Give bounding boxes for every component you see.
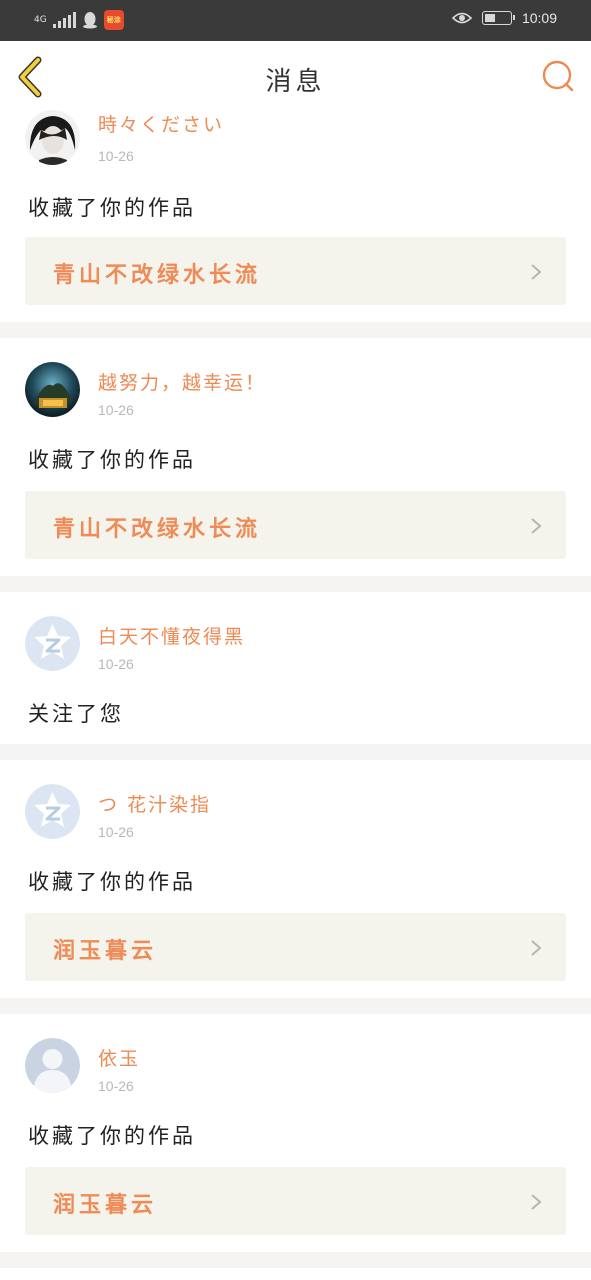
message-card[interactable]: 越努力，越幸运！ 10-26 收藏了你的作品 青山不改绿水长流 (0, 338, 591, 576)
app-notification-icon: 秘涂 (103, 10, 124, 30)
default-avatar-icon (25, 616, 80, 671)
username[interactable]: 白天不懂夜得黑 (98, 622, 245, 649)
message-date: 10-26 (98, 656, 134, 672)
work-link[interactable]: 润玉暮云 (25, 913, 566, 981)
chevron-right-icon (531, 518, 542, 534)
message-card[interactable]: つ 花汁染指 10-26 收藏了你的作品 润玉暮云 (0, 760, 591, 998)
message-action: 收藏了你的作品 (28, 196, 196, 220)
search-button[interactable] (541, 59, 575, 93)
work-link[interactable]: 润玉暮云 (25, 1167, 566, 1235)
message-date: 10-26 (98, 824, 134, 840)
username[interactable]: 時々ください (98, 110, 224, 137)
user-placeholder-icon (25, 1038, 80, 1093)
message-date: 10-26 (98, 1078, 134, 1094)
work-link[interactable]: 青山不改绿水长流 (25, 491, 566, 559)
username[interactable]: 越努力，越幸运！ (98, 368, 266, 395)
qq-notification-icon (82, 12, 97, 29)
divider (0, 998, 591, 1014)
avatar[interactable] (25, 110, 80, 165)
avatar[interactable] (25, 616, 80, 671)
message-action: 收藏了你的作品 (28, 870, 196, 894)
message-card[interactable]: 時々ください 10-26 收藏了你的作品 青山不改绿水长流 (0, 102, 591, 322)
work-title: 青山不改绿水长流 (53, 516, 262, 542)
message-date: 10-26 (98, 402, 134, 418)
username[interactable]: 依玉 (98, 1044, 140, 1071)
message-action: 收藏了你的作品 (28, 448, 196, 472)
status-left: 4G 秘涂 (34, 10, 124, 30)
divider (0, 1252, 591, 1268)
work-title: 润玉暮云 (53, 1192, 158, 1218)
status-bar: 4G 秘涂 10:09 (0, 0, 591, 41)
network-type: 4G (34, 14, 47, 25)
avatar[interactable] (25, 1038, 80, 1093)
signal-icon (52, 12, 76, 28)
divider (0, 322, 591, 338)
chevron-right-icon (531, 264, 542, 280)
clock: 10:09 (521, 10, 557, 26)
battery-icon (481, 11, 515, 25)
avatar[interactable] (25, 362, 80, 417)
default-avatar-icon (25, 784, 80, 839)
eye-comfort-icon (451, 12, 472, 24)
status-right: 10:09 (451, 10, 557, 26)
page-title: 消息 (265, 67, 326, 97)
search-icon (542, 60, 574, 92)
work-title: 青山不改绿水长流 (53, 262, 262, 288)
message-date: 10-26 (98, 148, 134, 164)
message-card[interactable]: 白天不懂夜得黑 10-26 关注了您 (0, 592, 591, 744)
divider (0, 744, 591, 760)
work-title: 润玉暮云 (53, 938, 158, 964)
avatar[interactable] (25, 784, 80, 839)
message-card[interactable]: 依玉 10-26 收藏了你的作品 润玉暮云 (0, 1014, 591, 1252)
divider (0, 576, 591, 592)
message-action: 关注了您 (28, 702, 124, 726)
chevron-right-icon (531, 940, 542, 956)
work-link[interactable]: 青山不改绿水长流 (25, 237, 566, 305)
username[interactable]: つ 花汁染指 (98, 790, 211, 817)
message-action: 收藏了你的作品 (28, 1124, 196, 1148)
chevron-right-icon (531, 1194, 542, 1210)
